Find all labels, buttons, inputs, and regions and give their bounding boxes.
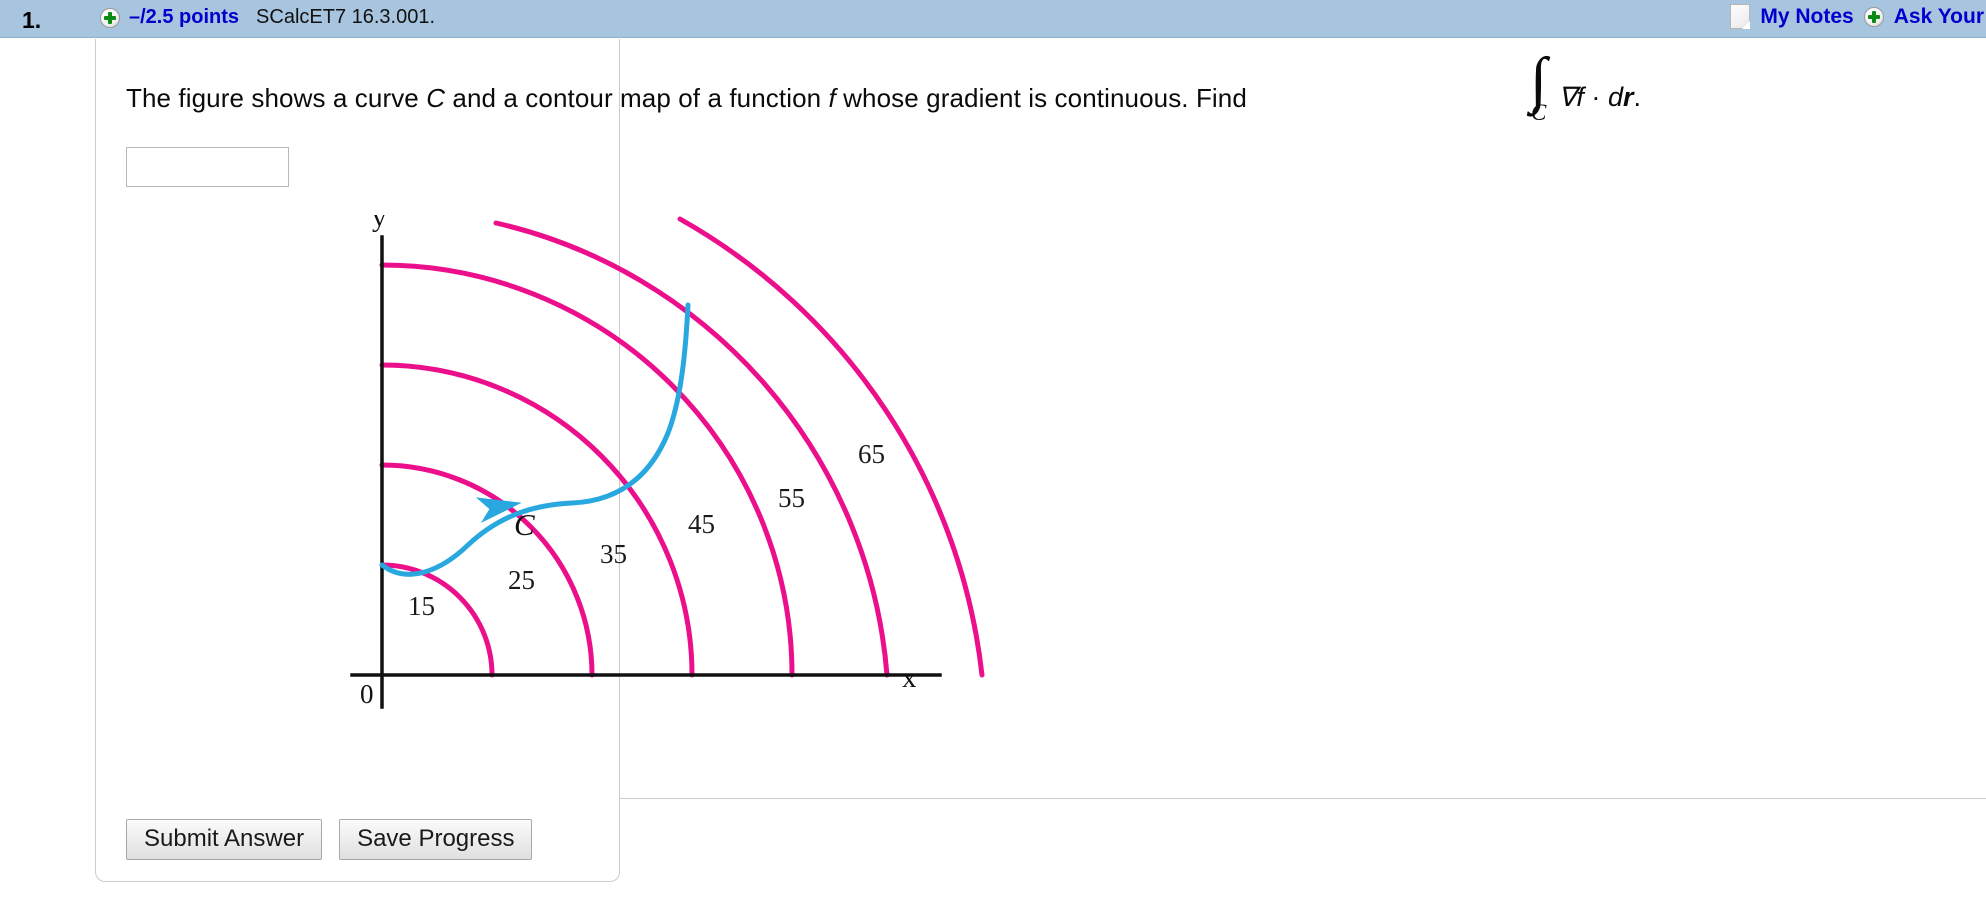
question-text-part2: and a contour map of a function [445,83,829,113]
contour-arc-45 [379,262,795,678]
points-label: –/2.5 points [129,6,240,28]
contour-label-35: 35 [600,539,627,569]
line-integral-expression: ∫ C ∇f · dr. [1530,46,1645,125]
answer-input[interactable] [126,147,289,187]
my-notes-link[interactable]: My Notes [1760,5,1853,29]
points-group: –/2.5 points SCalcET7 16.3.001. [100,6,435,29]
integrand-nabla-f: ∇f [1558,82,1584,112]
plus-circle-icon[interactable] [100,7,120,28]
question-text-part3: whose gradient is continuous. Find [835,83,1247,113]
x-axis-label: x [902,662,917,694]
header-actions: My Notes Ask Your [1730,4,1986,29]
contour-label-25: 25 [508,565,535,595]
question-code-label: SCalcET7 16.3.001. [256,6,436,28]
question-text: The figure shows a curve C and a contour… [126,83,1247,114]
question-text-part1: The figure shows a curve [126,83,427,113]
contour-label-55: 55 [778,483,805,513]
integrand-period: . [1633,82,1641,112]
contour-arc-35 [379,362,695,678]
origin-label: 0 [360,679,374,709]
integral-subscript-c: C [1530,100,1547,125]
integrand-expression: ∇f · dr. [1558,82,1641,113]
integrand-dot: · [1591,82,1601,112]
question-number: 1. [22,7,42,33]
contour-label-65: 65 [858,439,885,469]
integrand-r-vector: r [1622,82,1634,112]
integrand-d: d [1607,82,1623,112]
y-axis-label: y [372,215,387,233]
integral-sign: ∫ [1530,46,1547,114]
content-divider [620,798,1986,799]
contour-arcs [379,216,985,678]
save-progress-button[interactable]: Save Progress [339,819,533,861]
contour-label-45: 45 [688,509,715,539]
question-var-f: f [828,83,836,113]
submit-answer-button[interactable]: Submit Answer [126,819,323,861]
document-icon[interactable] [1730,4,1751,29]
contour-arc-55 [493,220,890,678]
contour-arc-15 [379,562,495,678]
curve-c-label: C [514,507,535,542]
contour-label-15: 15 [408,591,435,621]
action-buttons: Submit Answer Save Progress [126,819,533,861]
ask-your-teacher-link[interactable]: Ask Your [1894,5,1984,29]
contour-map-figure: 15 25 35 45 55 65 y x 0 C [350,215,1180,755]
question-header-bar: 1. –/2.5 points SCalcET7 16.3.001. My No… [0,0,1986,38]
question-var-c: C [426,83,446,113]
plus-circle-icon-ask[interactable] [1863,6,1884,27]
